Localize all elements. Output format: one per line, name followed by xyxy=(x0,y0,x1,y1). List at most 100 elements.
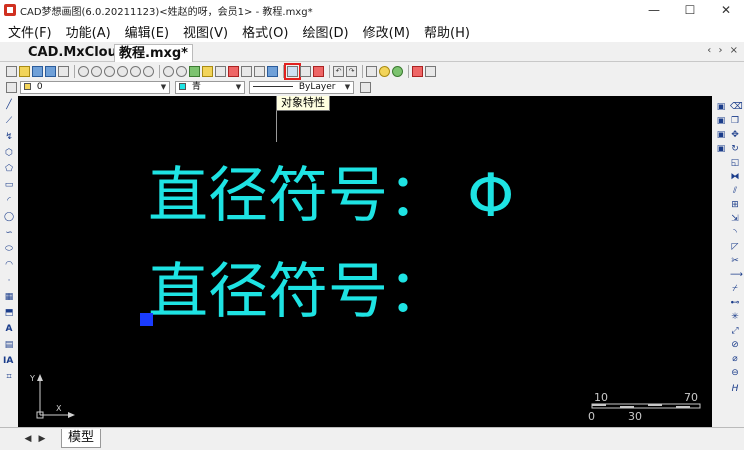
lengthen-tool-icon[interactable]: ⤢ xyxy=(730,326,740,336)
settings-gear-icon[interactable] xyxy=(379,65,390,77)
single-text-icon[interactable]: A xyxy=(4,324,14,334)
rotate-tool-icon[interactable]: ↻ xyxy=(730,144,740,154)
offset-tool-icon[interactable]: ⫽ xyxy=(730,186,740,196)
layer-properties-icon[interactable] xyxy=(6,82,17,93)
tab-nav-last-icon[interactable]: ▶ xyxy=(36,432,48,446)
dimension-angle-icon[interactable]: ▣ xyxy=(716,144,726,154)
linetype-manager-icon[interactable] xyxy=(360,82,371,93)
block-insert-icon[interactable]: ⌗ xyxy=(4,372,14,382)
mirror-tool-icon[interactable]: ⧓ xyxy=(730,172,740,182)
menu-draw[interactable]: 绘图(D) xyxy=(302,22,348,41)
selection-grip[interactable] xyxy=(140,313,153,326)
ellipse-arc-icon[interactable]: ◠ xyxy=(4,260,14,270)
break-tool-icon[interactable]: ⌿ xyxy=(730,284,740,294)
polygon-icon[interactable]: ⬡ xyxy=(4,148,14,158)
open-file-icon[interactable] xyxy=(19,65,30,77)
pan-icon[interactable] xyxy=(163,65,174,77)
multiline-text-icon[interactable]: IA xyxy=(3,356,13,366)
erase-tool-icon[interactable]: ⌫ xyxy=(730,102,743,112)
print-icon[interactable] xyxy=(58,65,69,77)
app-logo-icon xyxy=(4,4,16,16)
layer-manager-icon[interactable] xyxy=(228,65,239,77)
dimension-aligned-icon[interactable]: ▣ xyxy=(716,116,726,126)
save-icon[interactable] xyxy=(32,65,43,77)
tab-nav-first-icon[interactable]: ◀ xyxy=(22,432,34,446)
table-icon[interactable]: ▤ xyxy=(4,340,14,350)
chamfer-tool-icon[interactable]: ◸ xyxy=(730,242,740,252)
zoom-out-icon[interactable] xyxy=(143,65,154,77)
copy-clip-icon[interactable] xyxy=(313,65,324,77)
linetype-select[interactable]: ByLayer ▼ xyxy=(249,81,354,94)
menu-file[interactable]: 文件(F) xyxy=(8,22,52,41)
insert-image-icon[interactable] xyxy=(267,65,278,77)
zoom-in-icon[interactable] xyxy=(130,65,141,77)
dimension-linear-icon[interactable]: ▣ xyxy=(716,102,726,112)
menu-view[interactable]: 视图(V) xyxy=(183,22,228,41)
ellipse-icon[interactable]: ⬭ xyxy=(4,244,14,254)
break-at-point-icon[interactable]: ⊘ xyxy=(730,340,740,350)
stretch-tool-icon[interactable]: ⇲ xyxy=(730,214,740,224)
move-tool-icon[interactable]: ✥ xyxy=(730,130,740,140)
pentagon-icon[interactable]: ⬠ xyxy=(4,164,14,174)
copy-tool-icon[interactable]: ❐ xyxy=(730,116,740,126)
tab-model[interactable]: 模型 xyxy=(61,429,102,448)
point-icon[interactable]: · xyxy=(4,276,14,286)
brush-icon[interactable] xyxy=(202,65,213,77)
array-tool-icon[interactable]: ⊞ xyxy=(730,200,740,210)
menu-edit[interactable]: 编辑(E) xyxy=(125,22,169,41)
trim-tool-icon[interactable]: ✂ xyxy=(730,256,740,266)
zoom-extents-icon[interactable] xyxy=(117,65,128,77)
hatch-icon[interactable]: ▦ xyxy=(4,292,14,302)
measure-icon[interactable] xyxy=(189,65,200,77)
construction-line-icon[interactable]: ⟋ xyxy=(4,116,14,126)
polyline-icon[interactable]: ↯ xyxy=(4,132,14,142)
pdf-export-icon[interactable] xyxy=(412,65,423,77)
no-entry-icon[interactable]: ⊖ xyxy=(730,368,740,378)
menu-modify[interactable]: 修改(M) xyxy=(363,22,410,41)
color-select[interactable]: 青 ▼ xyxy=(175,81,245,94)
diameter-dim-icon[interactable]: ⌀ xyxy=(730,354,740,364)
explode-tool-icon[interactable]: ✳ xyxy=(730,312,740,322)
toolbar-separator xyxy=(408,64,409,78)
cad-text-line-2[interactable]: 直径符号： xyxy=(148,262,448,322)
circle-icon[interactable]: ◯ xyxy=(4,212,14,222)
extend-tool-icon[interactable]: ⟶ xyxy=(730,270,743,280)
menu-help[interactable]: 帮助(H) xyxy=(424,22,470,41)
zoom-realtime-icon[interactable] xyxy=(78,65,89,77)
new-file-icon[interactable] xyxy=(6,65,17,77)
menu-function[interactable]: 功能(A) xyxy=(66,22,111,41)
zoom-window-icon[interactable] xyxy=(91,65,102,77)
maximize-button[interactable]: ☐ xyxy=(672,0,708,20)
block-icon[interactable] xyxy=(254,65,265,77)
region-icon[interactable]: ⬒ xyxy=(4,308,14,318)
undo-icon[interactable]: ↶ xyxy=(333,65,344,77)
cad-text-line-1[interactable]: 直径符号： Φ xyxy=(148,166,514,226)
join-tool-icon[interactable]: ⊷ xyxy=(730,298,740,308)
tab-scroll-controls[interactable]: ‹ › × xyxy=(707,45,740,56)
italic-h-icon[interactable]: H xyxy=(730,384,740,394)
dimension-radius-icon[interactable]: ▣ xyxy=(716,130,726,140)
help-icon[interactable] xyxy=(425,65,436,77)
rectangle-icon[interactable]: ▭ xyxy=(4,180,14,190)
refresh-icon[interactable] xyxy=(392,65,403,77)
scale-tool-icon[interactable]: ◱ xyxy=(730,158,740,168)
layer-select[interactable]: 0 ▼ xyxy=(20,81,170,94)
cut-icon[interactable] xyxy=(366,65,377,77)
tab-tutorial-drawing[interactable]: 教程.mxg* xyxy=(114,44,193,62)
zoom-all-icon[interactable] xyxy=(176,65,187,77)
spline-icon[interactable]: ∽ xyxy=(4,228,14,238)
close-button[interactable]: ✕ xyxy=(708,0,744,20)
minimize-button[interactable]: — xyxy=(636,0,672,20)
drawing-canvas[interactable]: 对象特性 直径符号： Φ 直径符号： Y X 10 70 0 30 xyxy=(18,96,712,427)
object-properties-icon[interactable] xyxy=(284,62,301,80)
save-as-icon[interactable] xyxy=(45,65,56,77)
arc-icon[interactable]: ◜ xyxy=(4,196,14,206)
menu-format[interactable]: 格式(O) xyxy=(242,22,288,41)
fillet-tool-icon[interactable]: ◝ xyxy=(730,228,740,238)
match-properties-icon[interactable] xyxy=(215,65,226,77)
line-icon[interactable]: ╱ xyxy=(4,100,14,110)
line-weight-icon[interactable] xyxy=(241,65,252,77)
redo-icon[interactable]: ↷ xyxy=(346,65,357,77)
erase-icon[interactable] xyxy=(300,65,311,77)
zoom-previous-icon[interactable] xyxy=(104,65,115,77)
